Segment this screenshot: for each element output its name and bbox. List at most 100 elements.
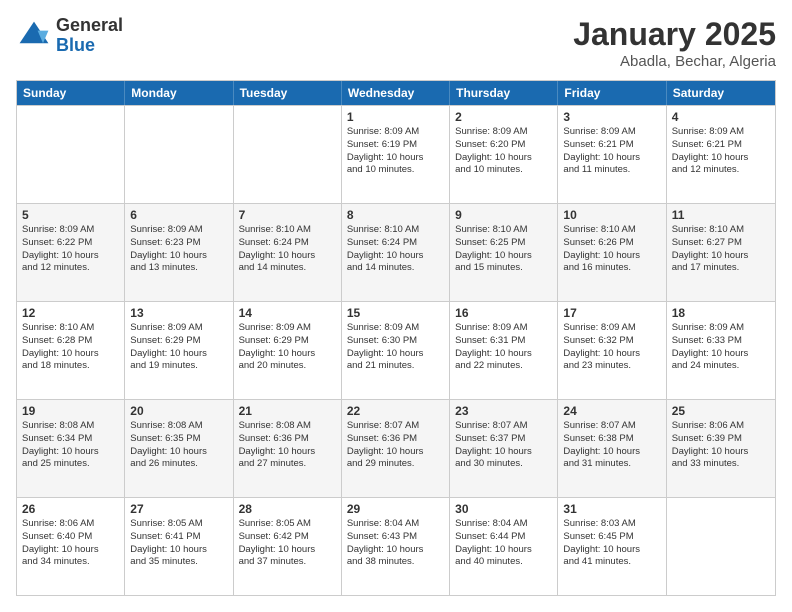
cal-cell-3-7: 18 Sunrise: 8:09 AMSunset: 6:33 PMDayligh… <box>667 302 775 399</box>
page: General Blue January 2025 Abadla, Bechar… <box>0 0 792 612</box>
day-info-text: Sunrise: 8:10 AMSunset: 6:27 PMDaylight:… <box>672 224 749 273</box>
day-info-text: Sunrise: 8:07 AMSunset: 6:38 PMDaylight:… <box>563 420 640 469</box>
day-info-text: Sunrise: 8:09 AMSunset: 6:33 PMDaylight:… <box>672 322 749 371</box>
day-info-text: Sunrise: 8:10 AMSunset: 6:28 PMDaylight:… <box>22 322 99 371</box>
day-info-text: Sunrise: 8:09 AMSunset: 6:21 PMDaylight:… <box>672 126 749 175</box>
day-info-text: Sunrise: 8:10 AMSunset: 6:24 PMDaylight:… <box>347 224 424 273</box>
day-info-text: Sunrise: 8:09 AMSunset: 6:31 PMDaylight:… <box>455 322 532 371</box>
cal-cell-2-3: 7 Sunrise: 8:10 AMSunset: 6:24 PMDaylight… <box>234 204 342 301</box>
day-number: 5 <box>22 208 119 222</box>
day-info-text: Sunrise: 8:06 AMSunset: 6:39 PMDaylight:… <box>672 420 749 469</box>
cal-cell-2-5: 9 Sunrise: 8:10 AMSunset: 6:25 PMDaylight… <box>450 204 558 301</box>
day-info-text: Sunrise: 8:04 AMSunset: 6:43 PMDaylight:… <box>347 518 424 567</box>
day-info-text: Sunrise: 8:07 AMSunset: 6:37 PMDaylight:… <box>455 420 532 469</box>
calendar: SundayMondayTuesdayWednesdayThursdayFrid… <box>16 80 776 596</box>
day-number: 11 <box>672 208 770 222</box>
cal-header-cell-friday: Friday <box>558 81 666 105</box>
cal-header-cell-monday: Monday <box>125 81 233 105</box>
day-number: 1 <box>347 110 444 124</box>
day-info-text: Sunrise: 8:09 AMSunset: 6:21 PMDaylight:… <box>563 126 640 175</box>
cal-cell-2-6: 10 Sunrise: 8:10 AMSunset: 6:26 PMDayligh… <box>558 204 666 301</box>
cal-cell-3-1: 12Sunrise: 8:10 AMSunset: 6:28 PMDayligh… <box>17 302 125 399</box>
cal-cell-3-5: 16 Sunrise: 8:09 AMSunset: 6:31 PMDayligh… <box>450 302 558 399</box>
day-info-text: Sunrise: 8:09 AMSunset: 6:30 PMDaylight:… <box>347 322 424 371</box>
cal-cell-5-4: 29 Sunrise: 8:04 AMSunset: 6:43 PMDayligh… <box>342 498 450 595</box>
cal-cell-2-4: 8Sunrise: 8:10 AMSunset: 6:24 PMDaylight… <box>342 204 450 301</box>
day-number: 25 <box>672 404 770 418</box>
calendar-body: 1 Sunrise: 8:09 AMSunset: 6:19 PMDaylight… <box>17 105 775 595</box>
day-info-text: Sunrise: 8:09 AMSunset: 6:32 PMDaylight:… <box>563 322 640 371</box>
day-info-text: Sunrise: 8:09 AMSunset: 6:19 PMDaylight:… <box>347 126 424 175</box>
day-number: 18 <box>672 306 770 320</box>
day-number: 9 <box>455 208 552 222</box>
day-number: 20 <box>130 404 227 418</box>
cal-cell-4-5: 23 Sunrise: 8:07 AMSunset: 6:37 PMDayligh… <box>450 400 558 497</box>
cal-header-cell-sunday: Sunday <box>17 81 125 105</box>
month-title: January 2025 <box>573 16 776 53</box>
day-number: 13 <box>130 306 227 320</box>
header: General Blue January 2025 Abadla, Bechar… <box>16 16 776 70</box>
day-number: 10 <box>563 208 660 222</box>
cal-cell-4-7: 25 Sunrise: 8:06 AMSunset: 6:39 PMDayligh… <box>667 400 775 497</box>
day-number: 24 <box>563 404 660 418</box>
day-info-text: Sunrise: 8:07 AMSunset: 6:36 PMDaylight:… <box>347 420 424 469</box>
day-number: 27 <box>130 502 227 516</box>
day-number: 31 <box>563 502 660 516</box>
day-number: 26 <box>22 502 119 516</box>
day-number: 15 <box>347 306 444 320</box>
cal-header-cell-saturday: Saturday <box>667 81 775 105</box>
day-info-text: Sunrise: 8:10 AMSunset: 6:26 PMDaylight:… <box>563 224 640 273</box>
day-number: 3 <box>563 110 660 124</box>
cal-cell-1-3 <box>234 106 342 203</box>
location-subtitle: Abadla, Bechar, Algeria <box>573 53 776 70</box>
day-number: 16 <box>455 306 552 320</box>
cal-header-cell-tuesday: Tuesday <box>234 81 342 105</box>
day-info-text: Sunrise: 8:05 AMSunset: 6:42 PMDaylight:… <box>239 518 316 567</box>
cal-cell-3-3: 14 Sunrise: 8:09 AMSunset: 6:29 PMDayligh… <box>234 302 342 399</box>
day-number: 21 <box>239 404 336 418</box>
calendar-row-5: 26 Sunrise: 8:06 AMSunset: 6:40 PMDayligh… <box>17 497 775 595</box>
day-number: 29 <box>347 502 444 516</box>
cal-cell-2-1: 5 Sunrise: 8:09 AMSunset: 6:22 PMDaylight… <box>17 204 125 301</box>
day-number: 7 <box>239 208 336 222</box>
cal-cell-5-6: 31 Sunrise: 8:03 AMSunset: 6:45 PMDayligh… <box>558 498 666 595</box>
cal-cell-4-3: 21Sunrise: 8:08 AMSunset: 6:36 PMDayligh… <box>234 400 342 497</box>
day-info-text: Sunrise: 8:10 AMSunset: 6:24 PMDaylight:… <box>239 224 316 273</box>
logo: General Blue <box>16 16 123 56</box>
day-info-text: Sunrise: 8:09 AMSunset: 6:23 PMDaylight:… <box>130 224 207 273</box>
day-info-text: Sunrise: 8:09 AMSunset: 6:29 PMDaylight:… <box>239 322 316 371</box>
day-info-text: Sunrise: 8:09 AMSunset: 6:20 PMDaylight:… <box>455 126 532 175</box>
cal-cell-3-2: 13 Sunrise: 8:09 AMSunset: 6:29 PMDayligh… <box>125 302 233 399</box>
calendar-row-1: 1 Sunrise: 8:09 AMSunset: 6:19 PMDaylight… <box>17 105 775 203</box>
day-info-text: Sunrise: 8:08 AMSunset: 6:34 PMDaylight:… <box>22 420 99 469</box>
day-info-text: Sunrise: 8:09 AMSunset: 6:29 PMDaylight:… <box>130 322 207 371</box>
cal-header-cell-thursday: Thursday <box>450 81 558 105</box>
day-number: 19 <box>22 404 119 418</box>
calendar-row-4: 19 Sunrise: 8:08 AMSunset: 6:34 PMDayligh… <box>17 399 775 497</box>
day-info-text: Sunrise: 8:05 AMSunset: 6:41 PMDaylight:… <box>130 518 207 567</box>
day-info-text: Sunrise: 8:10 AMSunset: 6:25 PMDaylight:… <box>455 224 532 273</box>
day-info-text: Sunrise: 8:09 AMSunset: 6:22 PMDaylight:… <box>22 224 99 273</box>
cal-cell-5-5: 30Sunrise: 8:04 AMSunset: 6:44 PMDayligh… <box>450 498 558 595</box>
cal-cell-2-7: 11 Sunrise: 8:10 AMSunset: 6:27 PMDayligh… <box>667 204 775 301</box>
cal-cell-4-4: 22Sunrise: 8:07 AMSunset: 6:36 PMDayligh… <box>342 400 450 497</box>
title-block: January 2025 Abadla, Bechar, Algeria <box>573 16 776 70</box>
day-info-text: Sunrise: 8:08 AMSunset: 6:35 PMDaylight:… <box>130 420 207 469</box>
day-info-text: Sunrise: 8:06 AMSunset: 6:40 PMDaylight:… <box>22 518 99 567</box>
cal-cell-5-2: 27 Sunrise: 8:05 AMSunset: 6:41 PMDayligh… <box>125 498 233 595</box>
cal-cell-1-4: 1 Sunrise: 8:09 AMSunset: 6:19 PMDaylight… <box>342 106 450 203</box>
cal-cell-2-2: 6Sunrise: 8:09 AMSunset: 6:23 PMDaylight… <box>125 204 233 301</box>
logo-text: General Blue <box>56 16 123 56</box>
cal-cell-3-4: 15 Sunrise: 8:09 AMSunset: 6:30 PMDayligh… <box>342 302 450 399</box>
cal-cell-1-6: 3 Sunrise: 8:09 AMSunset: 6:21 PMDaylight… <box>558 106 666 203</box>
day-number: 2 <box>455 110 552 124</box>
cal-cell-3-6: 17Sunrise: 8:09 AMSunset: 6:32 PMDayligh… <box>558 302 666 399</box>
day-info-text: Sunrise: 8:03 AMSunset: 6:45 PMDaylight:… <box>563 518 640 567</box>
day-number: 23 <box>455 404 552 418</box>
calendar-header-row: SundayMondayTuesdayWednesdayThursdayFrid… <box>17 81 775 105</box>
day-number: 14 <box>239 306 336 320</box>
day-number: 28 <box>239 502 336 516</box>
calendar-row-2: 5 Sunrise: 8:09 AMSunset: 6:22 PMDaylight… <box>17 203 775 301</box>
cal-cell-1-1 <box>17 106 125 203</box>
cal-cell-5-3: 28 Sunrise: 8:05 AMSunset: 6:42 PMDayligh… <box>234 498 342 595</box>
